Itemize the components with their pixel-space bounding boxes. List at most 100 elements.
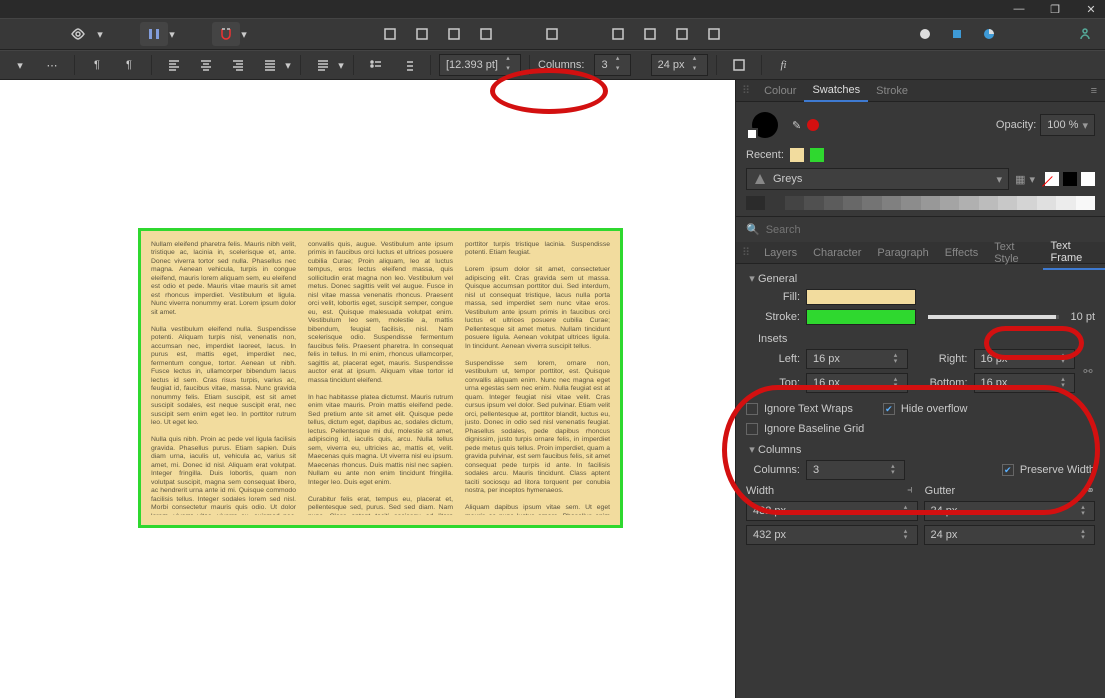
persona-designer[interactable] xyxy=(975,22,1003,46)
insert-op-1[interactable] xyxy=(376,22,404,46)
stroke-color-well[interactable] xyxy=(806,309,916,325)
persona-photo[interactable] xyxy=(943,22,971,46)
insert-op-3[interactable] xyxy=(440,22,468,46)
inset-top-field[interactable]: 16 px▴▾ xyxy=(806,373,908,393)
columns-field[interactable]: 3 ▴▾ xyxy=(594,54,630,76)
justify-variant[interactable] xyxy=(309,53,337,77)
chevron-down-icon[interactable]: ▾ xyxy=(168,24,176,44)
columns-count-field[interactable]: 3▴▾ xyxy=(806,460,905,480)
arrange-op-2[interactable] xyxy=(636,22,664,46)
section-columns[interactable]: ▾Columns xyxy=(746,443,1095,456)
grip-icon[interactable]: ⠿ xyxy=(736,246,756,259)
col-width-2[interactable]: 432 px▴▾ xyxy=(746,525,918,545)
stepper-down[interactable]: ▾ xyxy=(612,65,624,75)
leading-field[interactable]: [12.393 pt] ▴▾ xyxy=(439,54,521,76)
ligature-button[interactable]: fi xyxy=(770,53,798,77)
insert-op-5[interactable] xyxy=(538,22,566,46)
search-input[interactable] xyxy=(766,224,1095,236)
palette-selector[interactable]: Greys ▾ xyxy=(746,168,1009,190)
text-frame[interactable]: Nullam eleifend pharetra felis. Mauris n… xyxy=(138,228,623,528)
snapping-button[interactable] xyxy=(212,22,240,46)
insert-op-4[interactable] xyxy=(472,22,500,46)
stepper-up[interactable]: ▴ xyxy=(612,55,624,65)
ignore-text-wraps-check[interactable]: Ignore Text Wraps xyxy=(746,403,853,415)
properties-tab-bar: ⠿ Layers Character Paragraph Effects Tex… xyxy=(736,242,1105,264)
palette-options[interactable]: ▾ xyxy=(1029,173,1035,186)
black-mode[interactable] xyxy=(1063,172,1077,186)
none-mode[interactable] xyxy=(1045,172,1059,186)
account-button[interactable] xyxy=(1071,22,1099,46)
col-gutter-2[interactable]: 24 px▴▾ xyxy=(924,525,1096,545)
tab-layers[interactable]: Layers xyxy=(756,243,805,263)
inset-left-field[interactable]: 16 px▴▾ xyxy=(806,349,908,369)
grip-icon[interactable]: ⠿ xyxy=(736,84,756,97)
section-general[interactable]: ▾General xyxy=(746,272,1095,285)
tab-stroke[interactable]: Stroke xyxy=(868,81,916,101)
panel-menu-icon[interactable]: ≡ xyxy=(1083,85,1105,97)
stepper-up[interactable]: ▴ xyxy=(502,55,514,65)
stepper-down[interactable]: ▾ xyxy=(502,65,514,75)
col-gutter-1[interactable]: 24 px▴▾ xyxy=(924,501,1096,521)
palette-grid-mode[interactable]: ▦ xyxy=(1015,173,1025,186)
chevron-down-icon[interactable]: ▾ xyxy=(284,55,292,75)
gutter-link-icon[interactable]: ⚭ xyxy=(1086,484,1095,497)
number-list[interactable] xyxy=(394,53,422,77)
section-insets: Insets xyxy=(758,333,1095,345)
recent-swatch[interactable] xyxy=(810,148,824,162)
minimize-button[interactable]: — xyxy=(1013,3,1025,15)
none-swatch[interactable] xyxy=(746,128,758,140)
fill-color-well[interactable] xyxy=(806,289,916,305)
preserve-width-check[interactable]: ✔Preserve Width xyxy=(1002,464,1095,476)
align-right[interactable] xyxy=(224,53,252,77)
grey-ramp[interactable] xyxy=(746,196,1095,210)
align-left[interactable] xyxy=(160,53,188,77)
link-insets-toggle[interactable]: ⚯ xyxy=(1081,365,1095,378)
stroke-width-slider[interactable] xyxy=(928,315,1059,319)
preview-mode-button[interactable] xyxy=(60,22,96,46)
arrange-op-3[interactable] xyxy=(668,22,696,46)
persona-publisher[interactable] xyxy=(911,22,939,46)
opacity-label: Opacity: xyxy=(996,119,1036,131)
opacity-field[interactable]: 100 % ▾ xyxy=(1040,114,1095,136)
col-width-1[interactable]: 432 px▴▾ xyxy=(746,501,918,521)
page[interactable]: Nullam eleifend pharetra felis. Mauris n… xyxy=(0,80,735,698)
tab-paragraph[interactable]: Paragraph xyxy=(869,243,936,263)
chevron-down-icon[interactable]: ▾ xyxy=(337,55,345,75)
eyedropper-button[interactable]: ✎ xyxy=(792,119,801,132)
alignment-tool[interactable] xyxy=(140,22,168,46)
recent-swatch[interactable] xyxy=(790,148,804,162)
tab-swatches[interactable]: Swatches xyxy=(804,80,868,102)
color-pick-swatch[interactable] xyxy=(807,119,819,131)
maximize-button[interactable]: ❐ xyxy=(1049,3,1061,15)
disclosure-icon: ▾ xyxy=(746,272,758,285)
chevron-down-icon[interactable]: ▾ xyxy=(240,24,248,44)
width-mode-icon[interactable]: ⫞ xyxy=(907,484,913,497)
search-icon: 🔍 xyxy=(746,223,760,236)
gutter-field[interactable]: 24 px ▴▾ xyxy=(651,54,708,76)
stepper-down[interactable]: ▾ xyxy=(689,65,701,75)
canvas-area[interactable]: × 300 400 500 600 700 800 900 1000 1100 … xyxy=(0,80,735,698)
white-mode[interactable] xyxy=(1081,172,1095,186)
tab-effects[interactable]: Effects xyxy=(937,243,986,263)
insert-op-2[interactable] xyxy=(408,22,436,46)
arrange-op-4[interactable] xyxy=(700,22,728,46)
inset-bottom-field[interactable]: 16 px▴▾ xyxy=(974,373,1076,393)
align-center[interactable] xyxy=(192,53,220,77)
close-button[interactable]: ✕ xyxy=(1085,3,1097,15)
inset-right-field[interactable]: 16 px▴▾ xyxy=(974,349,1076,369)
pilcrow-right[interactable]: ¶ xyxy=(115,53,143,77)
bullet-list[interactable] xyxy=(362,53,390,77)
arrange-op-1[interactable] xyxy=(604,22,632,46)
chevron-down-icon[interactable]: ▾ xyxy=(1082,119,1088,132)
more-1[interactable]: ⋯ xyxy=(38,53,66,77)
chevron-down-icon[interactable]: ▾ xyxy=(96,24,104,44)
pilcrow-left[interactable]: ¶ xyxy=(83,53,111,77)
text-flow-button[interactable] xyxy=(725,53,753,77)
hide-overflow-check[interactable]: ✔Hide overflow xyxy=(883,403,968,415)
stepper-up[interactable]: ▴ xyxy=(689,55,701,65)
tab-character[interactable]: Character xyxy=(805,243,869,263)
para-dropdown[interactable]: ▾ xyxy=(6,53,34,77)
align-justify[interactable] xyxy=(256,53,284,77)
ignore-baseline-check[interactable]: Ignore Baseline Grid xyxy=(746,423,1095,435)
tab-colour[interactable]: Colour xyxy=(756,81,804,101)
